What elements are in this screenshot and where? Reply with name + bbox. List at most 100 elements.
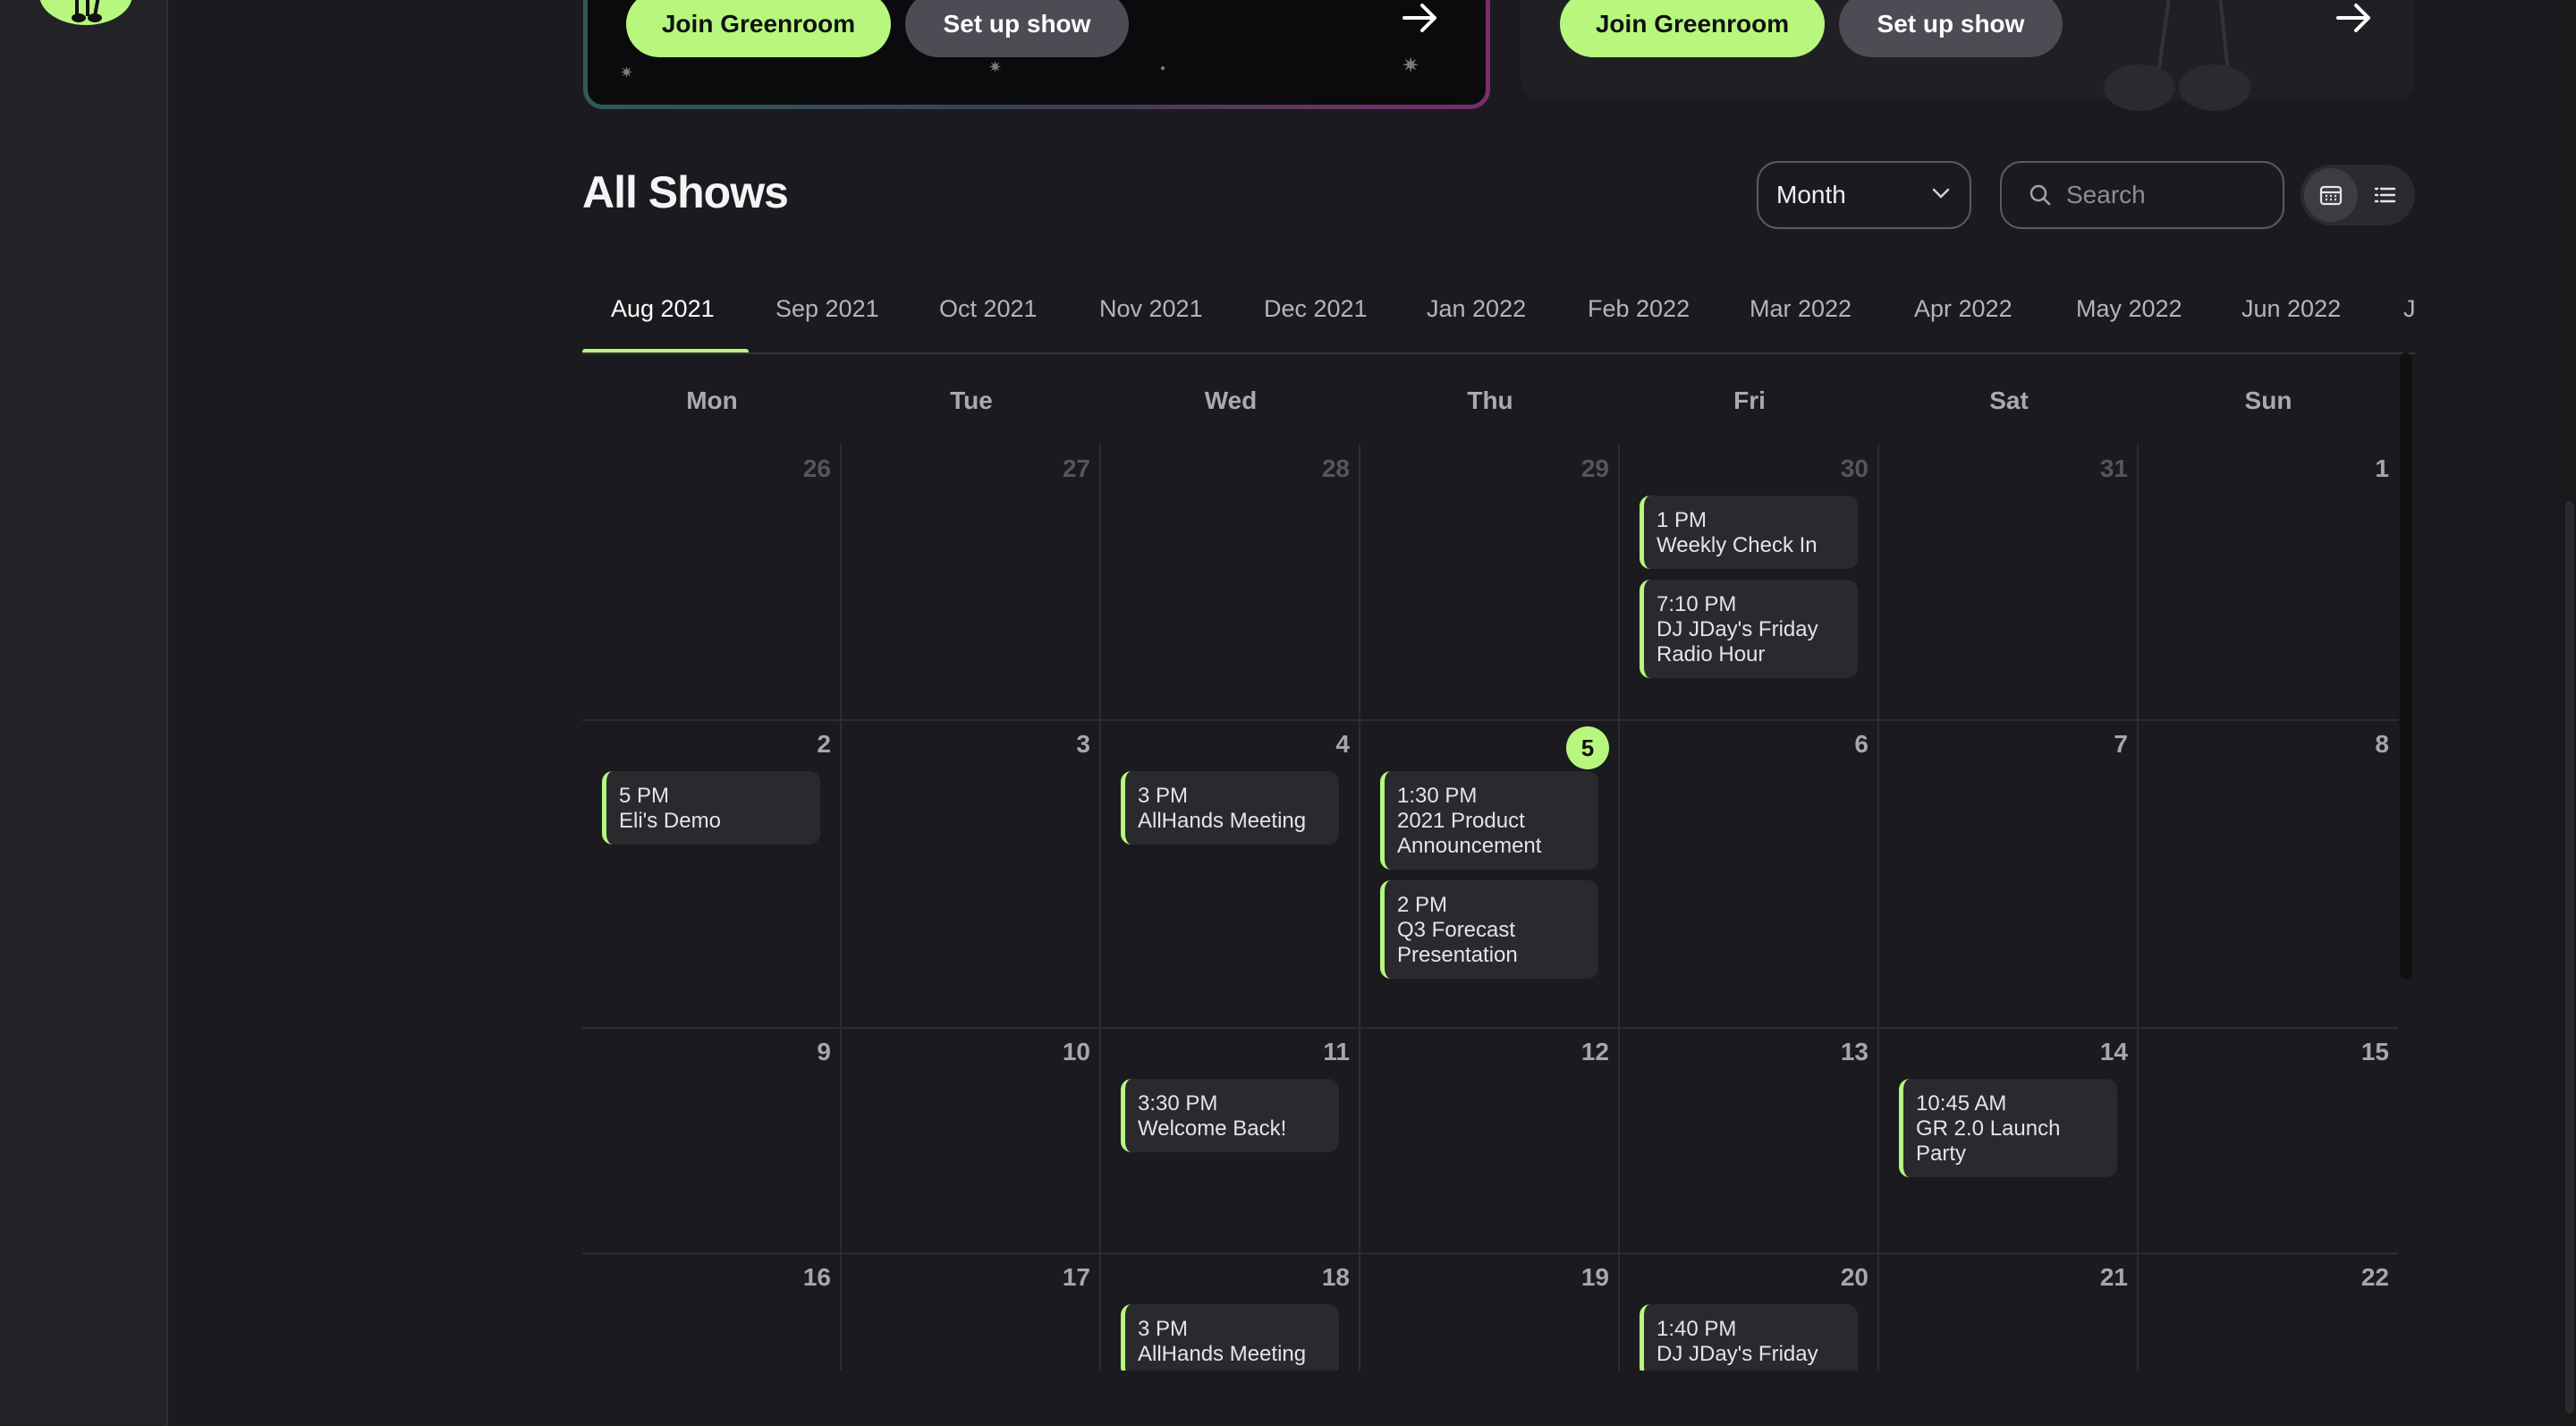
day-number: 22 [2360, 1263, 2389, 1291]
chevron-down-icon [1932, 188, 1950, 199]
calendar-day-cell[interactable]: 18 3 PM AllHands Meeting [1101, 1252, 1360, 1371]
calendar-day-cell[interactable]: 31 [1879, 444, 2139, 719]
arrow-right-icon[interactable] [1401, 0, 1440, 36]
calendar-scrollbar[interactable] [2400, 352, 2412, 979]
calendar-day-cell[interactable]: 20 1:40 PM DJ JDay's Friday [1620, 1252, 1879, 1371]
view-range-value: Month [1776, 181, 1846, 208]
calendar-day-cell[interactable]: 4 3 PM AllHands Meeting [1101, 719, 1360, 1027]
weekday-header: Mon [686, 386, 738, 414]
event-time: 10:45 AM [1916, 1091, 2007, 1116]
tab-month[interactable]: Sep 2021 [775, 295, 879, 323]
calendar-day-cell[interactable]: 10 [842, 1027, 1101, 1252]
day-number: 2 [817, 730, 831, 758]
calendar-day-cell[interactable]: 28 [1101, 444, 1360, 719]
weekday-header: Wed [1204, 386, 1258, 414]
sparkle-icon: ✷ [988, 58, 1003, 76]
view-range-select[interactable]: Month [1757, 161, 1971, 229]
event-title: DJ JDay's Friday Radio Hour [1657, 617, 1818, 666]
calendar-day-cell[interactable]: 13 [1620, 1027, 1879, 1252]
event-title: AllHands Meeting [1138, 809, 1307, 833]
tab-month[interactable]: Aug 2021 [611, 295, 715, 323]
day-number: 31 [2099, 454, 2128, 482]
event-card[interactable]: 2 PM Q3 Forecast Presentation [1380, 880, 1598, 979]
join-greenroom-button-2[interactable]: Join Greenroom [1560, 0, 1825, 57]
weekday-header: Fri [1733, 386, 1766, 414]
tab-month[interactable]: J [2403, 295, 2415, 323]
event-card[interactable]: 1 PM Weekly Check In [1640, 496, 1858, 569]
event-time: 2 PM [1397, 893, 1448, 917]
event-card[interactable]: 7:10 PM DJ JDay's Friday Radio Hour [1640, 580, 1858, 678]
tab-month[interactable]: Mar 2022 [1750, 295, 1852, 323]
decor-blob [2104, 64, 2175, 111]
calendar-day-cell[interactable]: 5 1:30 PM 2021 Product Announcement 2 PM Q3 … [1360, 719, 1620, 1027]
day-number: 17 [1062, 1263, 1090, 1291]
event-card[interactable]: 3 PM AllHands Meeting [1121, 771, 1339, 845]
calendar-day-cell[interactable]: 15 [2139, 1027, 2398, 1252]
tab-month[interactable]: Dec 2021 [1264, 295, 1368, 323]
calendar-day-cell[interactable]: 7 [1879, 719, 2139, 1027]
calendar-day-cell[interactable]: 30 1 PM Weekly Check In 7:10 PM DJ JDay's Fr… [1620, 444, 1879, 719]
event-time: 3 PM [1138, 784, 1189, 808]
day-number: 14 [2099, 1038, 2128, 1065]
calendar-day-cell[interactable]: 19 [1360, 1252, 1620, 1371]
event-title: Welcome Back! [1138, 1116, 1287, 1141]
tab-month[interactable]: Feb 2022 [1588, 295, 1690, 323]
event-time: 3:30 PM [1138, 1091, 1218, 1116]
day-number: 1 [2375, 454, 2389, 482]
calendar-view-button[interactable] [2304, 168, 2358, 222]
search-input[interactable] [2064, 180, 2265, 210]
tab-month[interactable]: Oct 2021 [939, 295, 1038, 323]
calendar-day-cell[interactable]: 27 [842, 444, 1101, 719]
calendar-day-cell[interactable]: 14 10:45 AM GR 2.0 Launch Party [1879, 1027, 2139, 1252]
calendar-day-cell[interactable]: 22 [2139, 1252, 2398, 1371]
day-number: 29 [1580, 454, 1609, 482]
event-card[interactable]: 3:30 PM Welcome Back! [1121, 1079, 1339, 1152]
sparkle-icon: ● [1160, 64, 1166, 73]
page-title: All Shows [582, 167, 789, 217]
event-card[interactable]: 1:30 PM 2021 Product Announcement [1380, 771, 1598, 870]
event-card[interactable]: 3 PM AllHands Meeting [1121, 1304, 1339, 1371]
calendar-day-cell[interactable]: 2 5 PM Eli's Demo [582, 719, 842, 1027]
arrow-right-icon[interactable] [2334, 0, 2374, 36]
day-number: 15 [2360, 1038, 2389, 1065]
event-title: DJ JDay's Friday [1657, 1342, 1818, 1366]
weekday-header: Thu [1467, 386, 1513, 414]
mic-icon [72, 0, 102, 22]
day-number: 27 [1062, 454, 1090, 482]
calendar-day-cell[interactable]: 6 [1620, 719, 1879, 1027]
calendar-day-cell[interactable]: 16 [582, 1252, 842, 1371]
tab-month[interactable]: Jan 2022 [1427, 295, 1526, 323]
list-view-button[interactable] [2358, 168, 2411, 222]
calendar-day-cell[interactable]: 17 [842, 1252, 1101, 1371]
event-card[interactable]: 5 PM Eli's Demo [602, 771, 820, 845]
join-greenroom-button[interactable]: Join Greenroom [626, 0, 891, 57]
calendar-day-cell[interactable]: 8 [2139, 719, 2398, 1027]
tab-month[interactable]: Jun 2022 [2241, 295, 2341, 323]
month-tabs: Aug 2021 Sep 2021 Oct 2021 Nov 2021 Dec 2021… [582, 286, 2415, 354]
set-up-show-button[interactable]: Set up show [905, 0, 1129, 57]
page-scrollbar-thumb[interactable] [2565, 501, 2574, 1413]
search-box[interactable] [2000, 161, 2284, 229]
calendar-day-cell[interactable]: 11 3:30 PM Welcome Back! [1101, 1027, 1360, 1252]
day-number: 3 [1076, 730, 1090, 758]
weekday-header: Sat [1989, 386, 2029, 414]
calendar-day-cell[interactable]: 26 [582, 444, 842, 719]
tab-month[interactable]: May 2022 [2076, 295, 2182, 323]
tab-month[interactable]: Nov 2021 [1099, 295, 1203, 323]
decor-blob [2179, 64, 2250, 111]
calendar-day-cell[interactable]: 3 [842, 719, 1101, 1027]
event-card[interactable]: 10:45 AM GR 2.0 Launch Party [1899, 1079, 2117, 1177]
event-card[interactable]: 1:40 PM DJ JDay's Friday [1640, 1304, 1858, 1371]
tab-month[interactable]: Apr 2022 [1914, 295, 2012, 323]
calendar-day-cell[interactable]: 1 [2139, 444, 2398, 719]
calendar-day-cell[interactable]: 29 [1360, 444, 1620, 719]
calendar-day-cell[interactable]: 21 [1879, 1252, 2139, 1371]
day-number: 7 [2114, 730, 2128, 758]
greenroom-logo[interactable] [39, 0, 132, 25]
calendar-day-cell[interactable]: 9 [582, 1027, 842, 1252]
sidebar [0, 0, 168, 1426]
set-up-show-button-2[interactable]: Set up show [1839, 0, 2063, 57]
day-number: 11 [1323, 1038, 1350, 1065]
page-scrollbar-track[interactable] [2560, 0, 2576, 1426]
calendar-day-cell[interactable]: 12 [1360, 1027, 1620, 1252]
